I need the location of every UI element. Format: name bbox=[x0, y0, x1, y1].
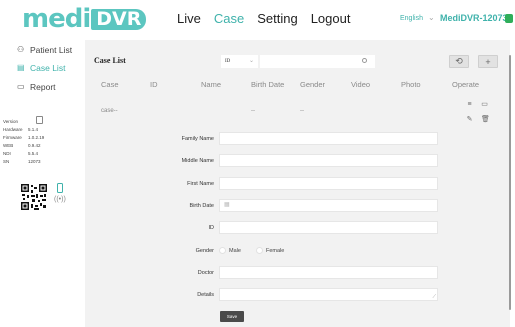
sidebar-item-label: Case List bbox=[30, 63, 66, 73]
language-select[interactable]: English bbox=[400, 15, 423, 22]
id-field[interactable] bbox=[219, 221, 438, 234]
column-id: ID bbox=[150, 80, 158, 89]
family-name-field[interactable] bbox=[219, 132, 438, 145]
column-operate: Operate bbox=[452, 80, 480, 89]
patient-list-icon: ⚇ bbox=[17, 45, 25, 54]
connection-status-icon bbox=[505, 14, 513, 23]
nav-setting[interactable]: Setting bbox=[257, 11, 297, 26]
chevron-down-icon: ⌄ bbox=[248, 58, 254, 64]
logo-box-text: DVR bbox=[91, 8, 147, 30]
column-photo: Photo bbox=[401, 80, 421, 89]
info-value: 5.1.4 bbox=[28, 127, 39, 132]
cell-birth-date: -- bbox=[251, 108, 255, 114]
filter-icon[interactable]: ≡ bbox=[466, 101, 473, 108]
calendar-icon: ▦ bbox=[224, 202, 230, 208]
details-textarea[interactable]: ⟋ bbox=[219, 288, 438, 301]
trash-icon[interactable]: 🗑 bbox=[481, 116, 490, 123]
nav-logout[interactable]: Logout bbox=[311, 11, 351, 26]
doctor-label: Doctor bbox=[197, 270, 214, 276]
report-icon: ▭ bbox=[17, 82, 25, 91]
family-name-label: Family Name bbox=[181, 136, 214, 142]
sidebar-item-label: Report bbox=[30, 82, 56, 92]
nav-case[interactable]: Case bbox=[214, 11, 244, 26]
column-gender: Gender bbox=[300, 80, 326, 89]
info-value: 0.9.42 bbox=[28, 143, 41, 148]
middle-name-label: Middle Name bbox=[181, 158, 214, 164]
mobile-phone-icon bbox=[57, 183, 63, 193]
sidebar-item-label: Patient List bbox=[30, 45, 73, 55]
gender-female-label: Female bbox=[266, 248, 285, 254]
id-label: ID bbox=[208, 225, 215, 231]
save-button[interactable]: Save bbox=[220, 311, 244, 322]
first-name-label: First Name bbox=[187, 181, 214, 187]
first-name-field[interactable] bbox=[219, 177, 438, 190]
case-list-icon: ▤ bbox=[17, 63, 25, 72]
gender-male-radio[interactable] bbox=[219, 247, 226, 254]
qr-code-icon bbox=[20, 183, 48, 211]
top-bar: medi DVR Live Case Setting Logout Englis… bbox=[0, 0, 515, 40]
cell-gender: -- bbox=[300, 108, 304, 114]
info-value: 5.5.4 bbox=[28, 151, 39, 156]
doctor-field[interactable] bbox=[219, 266, 438, 279]
info-key: Firmware bbox=[3, 135, 22, 140]
sidebar-item-case-list[interactable]: ▤ Case List bbox=[17, 63, 65, 73]
wireless-signal-icon: ((•)) bbox=[54, 196, 66, 203]
gender-male-label: Male bbox=[229, 248, 241, 254]
search-type-value: ID bbox=[225, 59, 231, 64]
info-key: NDI bbox=[3, 151, 11, 156]
sidebar-item-patient-list[interactable]: ⚇ Patient List bbox=[17, 45, 72, 55]
birth-date-field[interactable]: ▦ bbox=[219, 199, 438, 212]
nav-live[interactable]: Live bbox=[177, 11, 201, 26]
search-input[interactable] bbox=[260, 55, 375, 68]
middle-name-field[interactable] bbox=[219, 154, 438, 167]
search-type-select[interactable]: ID ⌄ bbox=[221, 55, 258, 68]
info-key: Hardware bbox=[3, 127, 23, 132]
column-video: Video bbox=[351, 80, 371, 89]
info-key: SN bbox=[3, 159, 10, 164]
refresh-icon: ⟲ bbox=[455, 56, 463, 66]
search-icon[interactable] bbox=[362, 58, 367, 63]
birth-date-label: Birth Date bbox=[189, 203, 214, 209]
info-key: Version bbox=[3, 119, 19, 124]
cell-case: case-- bbox=[101, 108, 118, 114]
edit-icon[interactable]: ✎ bbox=[466, 116, 473, 123]
gender-female-radio[interactable] bbox=[256, 247, 263, 254]
main-nav: Live Case Setting Logout bbox=[177, 11, 350, 26]
add-case-button[interactable]: + bbox=[478, 55, 498, 68]
plus-icon: + bbox=[485, 56, 491, 67]
device-name: MediDVR-12073 bbox=[440, 13, 508, 23]
video-icon[interactable]: ▭ bbox=[481, 101, 488, 108]
version-copy-icon[interactable] bbox=[36, 116, 43, 124]
info-key: WEB bbox=[3, 143, 14, 148]
chevron-down-icon[interactable]: ⌄ bbox=[428, 13, 435, 22]
page-title: Case List bbox=[94, 56, 126, 65]
sidebar-item-report[interactable]: ▭ Report bbox=[17, 82, 56, 92]
details-label: Details bbox=[197, 292, 214, 298]
logo-text: medi bbox=[22, 4, 91, 34]
refresh-button[interactable]: ⟲ bbox=[449, 55, 469, 68]
version-info: Version Hardware 5.1.4 Firmware 1.0.2.19 W… bbox=[3, 118, 44, 166]
gender-label: Gender bbox=[195, 248, 214, 254]
resize-handle-icon[interactable]: ⟋ bbox=[432, 294, 436, 300]
info-value: 12073 bbox=[28, 159, 41, 164]
table-header: Case ID Name Birth Date Gender Video Pho… bbox=[85, 80, 510, 94]
column-birth-date: Birth Date bbox=[251, 80, 285, 89]
table-row[interactable]: case-- -- -- bbox=[85, 99, 510, 127]
info-value: 1.0.2.19 bbox=[28, 135, 45, 140]
column-case: Case bbox=[101, 80, 119, 89]
medidvr-logo: medi DVR bbox=[22, 4, 147, 34]
column-name: Name bbox=[201, 80, 222, 89]
app-root: medi DVR Live Case Setting Logout Englis… bbox=[0, 0, 515, 327]
